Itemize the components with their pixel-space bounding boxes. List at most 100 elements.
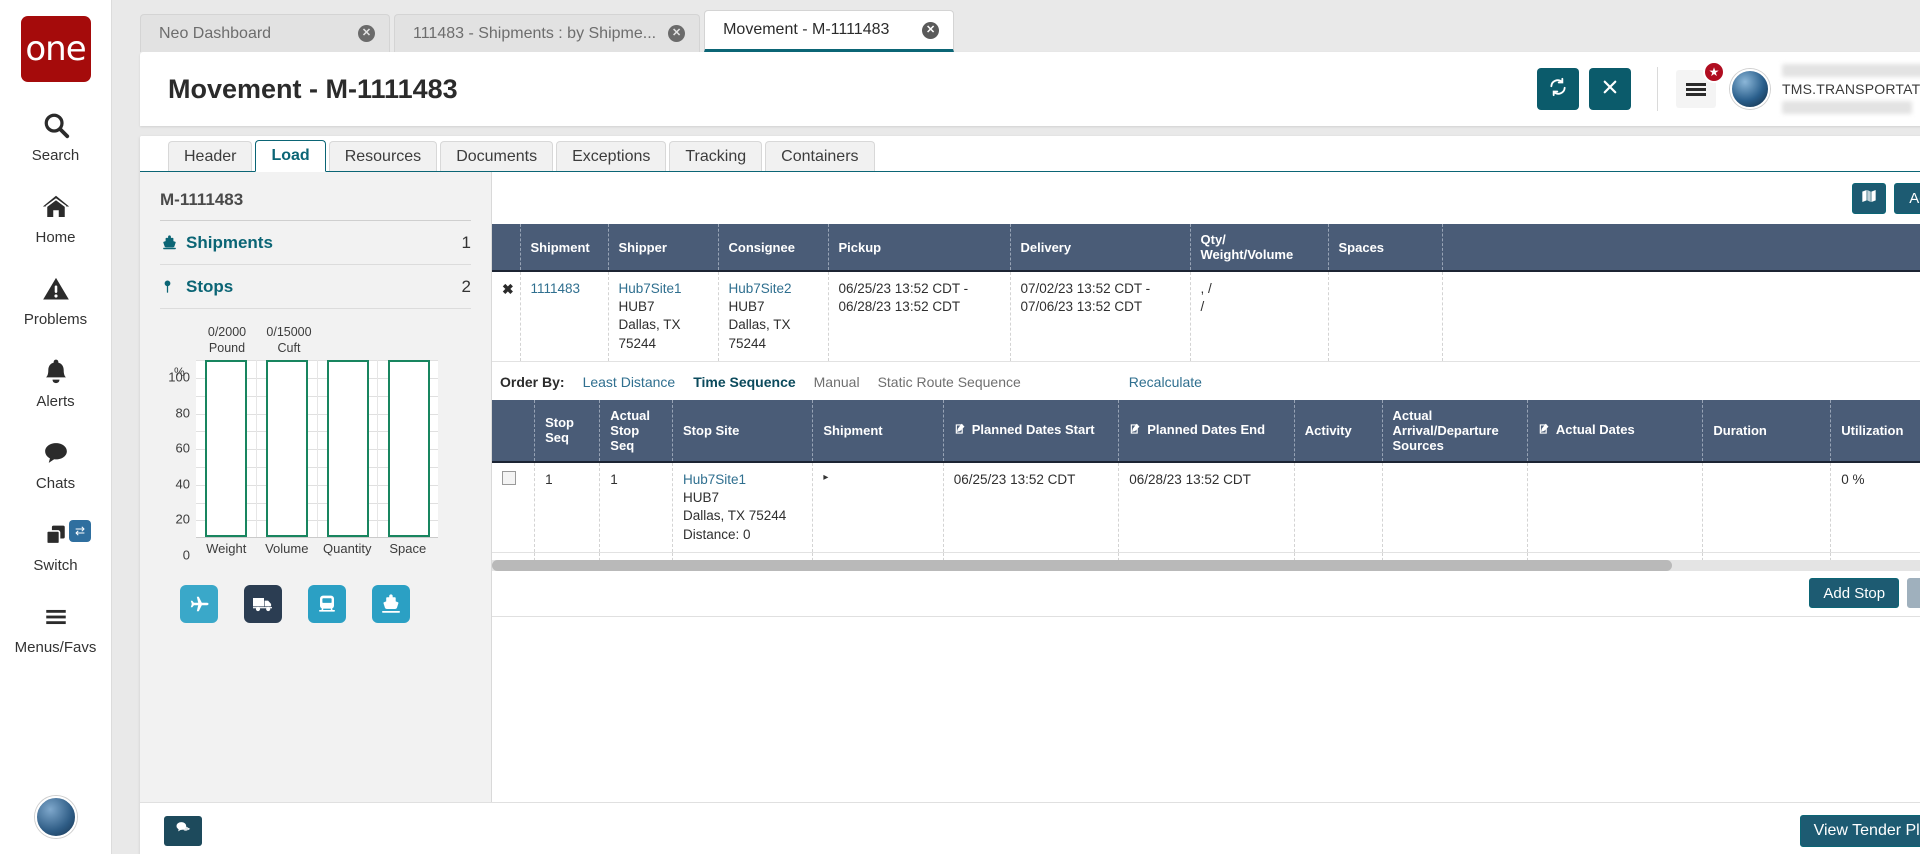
- chat-button[interactable]: [164, 815, 202, 846]
- map-button[interactable]: [1852, 182, 1887, 214]
- col-planned-dates-start[interactable]: Planned Dates Start: [943, 399, 1120, 463]
- tab-header[interactable]: Header: [168, 141, 253, 171]
- user-menu[interactable]: TMS.TRANSPORTATION_MANAGER: [1730, 64, 1920, 114]
- browser-tab-0[interactable]: Neo Dashboard ✕: [140, 14, 390, 52]
- add-stop-button[interactable]: Add Stop: [1809, 578, 1900, 609]
- stop-site-link[interactable]: Hub7Site1: [683, 472, 746, 487]
- recalculate-link[interactable]: Recalculate: [1129, 374, 1202, 390]
- tab-exceptions[interactable]: Exceptions: [556, 141, 667, 171]
- view-tender-plan-button[interactable]: View Tender Plan: [1799, 814, 1920, 847]
- cell-stop-site: Hub7Site2 HUB7: [672, 552, 814, 560]
- stops-horizontal-scrollbar[interactable]: [492, 559, 1920, 571]
- page-header: Movement - M-1111483 ★ TMS.TRANSPORTAT: [140, 52, 1920, 126]
- nav-avatar[interactable]: [34, 796, 77, 838]
- nav-item-home[interactable]: Home: [0, 190, 111, 246]
- shipper-link[interactable]: Hub7Site1: [619, 281, 682, 296]
- col-shipper[interactable]: Shipper: [608, 224, 719, 272]
- refresh-button[interactable]: [1537, 68, 1579, 110]
- summary-count-shipments: 1: [461, 232, 471, 252]
- nav-item-search[interactable]: Search: [0, 108, 111, 164]
- stop-row-checkbox-cell[interactable]: [492, 461, 536, 553]
- remove-x-icon[interactable]: ✖: [502, 281, 514, 297]
- tab-tracking[interactable]: Tracking: [669, 141, 763, 171]
- col-stop-seq[interactable]: Stop Seq: [534, 399, 601, 463]
- table-row[interactable]: 2 2 Hub7Site2 HUB7 ▸ 07/02/2: [492, 552, 1920, 560]
- order-by-static-route-sequence[interactable]: Static Route Sequence: [878, 374, 1021, 390]
- row-checkbox[interactable]: [502, 470, 516, 485]
- stop-row-checkbox-cell[interactable]: [492, 552, 536, 560]
- close-button[interactable]: [1589, 68, 1631, 110]
- browser-tab-strip: Neo Dashboard ✕ 111483 - Shipments : by …: [112, 0, 1920, 52]
- remove-stop-button[interactable]: Remove Stop: [1907, 578, 1920, 609]
- cell-actual-stop-seq: 1: [599, 461, 673, 553]
- tab-load[interactable]: Load: [255, 140, 326, 172]
- cell-stop-shipment[interactable]: ▸: [812, 461, 944, 553]
- browser-tab-2[interactable]: Movement - M-1111483 ✕: [704, 10, 955, 52]
- summary-row-stops[interactable]: Stops 2: [160, 265, 471, 309]
- load-summary-panel: M-1111483 Shipments 1 Stops 2 % 0/2000 P…: [140, 172, 492, 802]
- tab-documents[interactable]: Documents: [440, 141, 554, 171]
- refresh-icon: [1548, 77, 1568, 102]
- chart-plot-area: [196, 360, 471, 539]
- table-row[interactable]: 1 1 Hub7Site1 HUB7 Dallas, TX 75244 Dist…: [492, 461, 1920, 553]
- nav-item-chats[interactable]: Chats: [0, 436, 111, 492]
- add-shipments-button[interactable]: Add Shipments: [1894, 182, 1920, 214]
- col-stop-shipment[interactable]: Shipment: [812, 399, 944, 463]
- col-actual-stop-seq[interactable]: Actual Stop Seq: [599, 399, 673, 463]
- shipments-table: Shipment Shipper Consignee Pickup Delive…: [492, 224, 1920, 362]
- close-icon[interactable]: ✕: [922, 21, 940, 39]
- scroll-thumb[interactable]: [492, 559, 1672, 571]
- summary-row-shipments[interactable]: Shipments 1: [160, 221, 471, 265]
- col-select-all[interactable]: [492, 399, 536, 463]
- close-icon[interactable]: ✕: [358, 25, 375, 42]
- order-by-time-sequence[interactable]: Time Sequence: [693, 374, 795, 390]
- col-shipment[interactable]: Shipment: [520, 224, 609, 272]
- air-mode-icon[interactable]: [180, 585, 218, 623]
- col-activity[interactable]: Activity: [1294, 399, 1383, 463]
- nav-item-menus-favs[interactable]: Menus/Favs: [0, 600, 111, 656]
- header-menu-button[interactable]: ★: [1676, 61, 1725, 108]
- col-stop-site[interactable]: Stop Site: [672, 399, 814, 463]
- col-actual-arrival-departure-sources[interactable]: Actual Arrival/Departure Sources: [1382, 399, 1528, 463]
- expand-arrow-icon[interactable]: ▸: [823, 472, 828, 483]
- cell-activity: [1294, 552, 1383, 560]
- col-delivery[interactable]: Delivery: [1010, 224, 1191, 272]
- remove-shipment-cell[interactable]: ✖: [492, 271, 521, 362]
- cell-stop-shipment[interactable]: ▸: [812, 552, 944, 560]
- col-duration[interactable]: Duration: [1702, 399, 1832, 463]
- browser-tab-1[interactable]: 111483 - Shipments : by Shipme... ✕: [394, 14, 701, 52]
- shipment-link[interactable]: 1111483: [531, 281, 581, 296]
- ocean-mode-icon[interactable]: [372, 585, 410, 623]
- order-by-manual[interactable]: Manual: [814, 374, 860, 390]
- xtick-quantity: Quantity: [323, 541, 372, 557]
- delivery-line2: 07/06/23 13:52 CDT: [1020, 299, 1143, 315]
- col-utilization[interactable]: Utilization: [1830, 399, 1920, 463]
- truck-mode-icon[interactable]: [244, 585, 282, 623]
- close-icon[interactable]: ✕: [668, 25, 686, 42]
- nav-item-alerts[interactable]: Alerts: [0, 354, 111, 410]
- consignee-link[interactable]: Hub7Site2: [729, 281, 792, 296]
- edit-icon: [1129, 422, 1143, 439]
- col-spaces[interactable]: Spaces: [1328, 224, 1443, 272]
- nav-item-problems[interactable]: Problems: [0, 272, 111, 328]
- stops-scroll-area[interactable]: Stop Seq Actual Stop Seq Stop Site Shipm…: [492, 399, 1920, 560]
- switch-badge-icon[interactable]: ⇄: [69, 520, 91, 542]
- order-by-least-distance[interactable]: Least Distance: [583, 374, 676, 390]
- col-actual-dates[interactable]: Actual Dates: [1527, 399, 1704, 463]
- col-pickup[interactable]: Pickup: [828, 224, 1011, 272]
- col-consignee[interactable]: Consignee: [718, 224, 829, 272]
- stop-actions-bar: Add Stop Remove Stop: [492, 571, 1920, 617]
- col-qty-weight-volume[interactable]: Qty/ Weight/Volume: [1190, 224, 1329, 272]
- app-logo[interactable]: one: [20, 16, 91, 82]
- tab-resources[interactable]: Resources: [328, 141, 438, 171]
- nav-item-switch[interactable]: ⇄ Switch: [0, 518, 111, 574]
- ytick-40: 40: [175, 476, 190, 492]
- user-name: TMS.TRANSPORTATION_MANAGER: [1782, 81, 1920, 97]
- table-row[interactable]: ✖ 1111483 Hub7Site1 HUB7 Dallas, TX 7524…: [492, 271, 1920, 362]
- tab-containers[interactable]: Containers: [765, 141, 875, 171]
- col-planned-dates-end[interactable]: Planned Dates End: [1118, 399, 1295, 463]
- xtick-space: Space: [389, 541, 427, 557]
- rail-mode-icon[interactable]: [308, 585, 346, 623]
- page-tab-row: Header Load Resources Documents Exceptio…: [140, 136, 1920, 172]
- cell-utilization: 0 %: [1830, 461, 1920, 553]
